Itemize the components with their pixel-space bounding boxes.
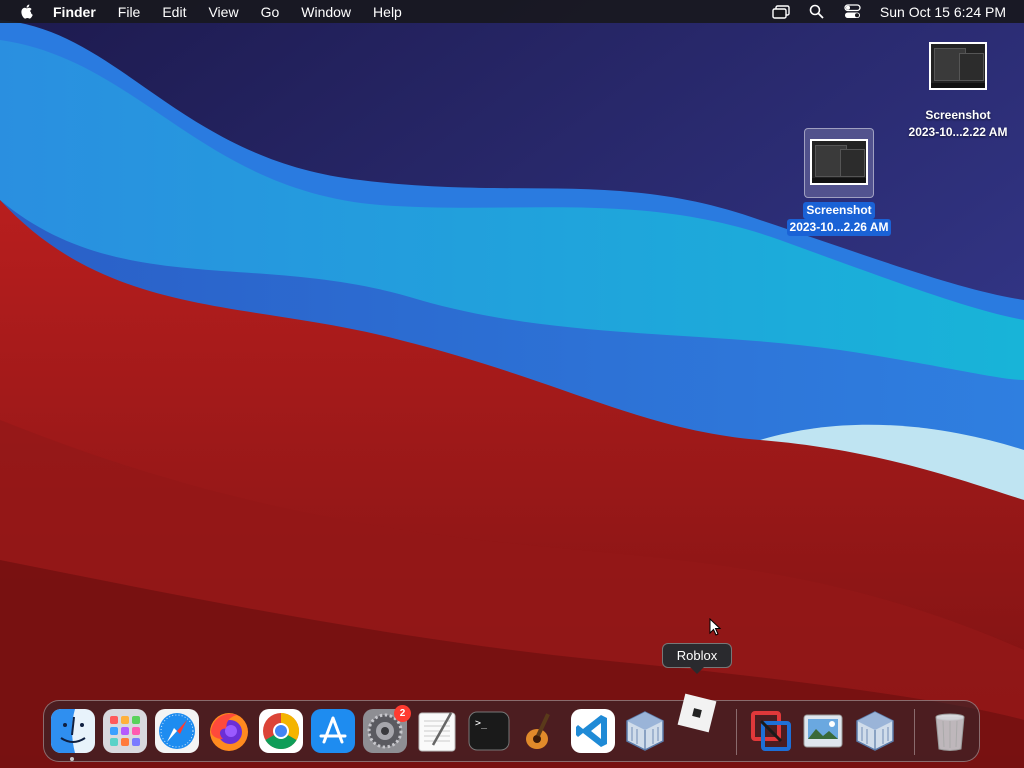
menu-view[interactable]: View bbox=[208, 4, 238, 20]
running-indicator bbox=[70, 757, 74, 761]
virtualbox-vm-icon bbox=[856, 711, 894, 751]
finder-icon bbox=[51, 709, 95, 753]
apple-logo-icon[interactable] bbox=[19, 3, 35, 19]
vscode-icon bbox=[571, 709, 615, 753]
notification-badge: 2 bbox=[394, 705, 411, 722]
dock-app-safari[interactable] bbox=[155, 709, 199, 753]
menu-clock[interactable]: Sun Oct 15 6:24 PM bbox=[880, 4, 1006, 20]
screenshot-thumbnail bbox=[810, 139, 868, 185]
dock-app-preview[interactable] bbox=[801, 709, 845, 753]
launchpad-icon bbox=[103, 709, 147, 753]
menu-file[interactable]: File bbox=[118, 4, 141, 20]
file-name-line1: Screenshot bbox=[803, 202, 875, 219]
terminal-icon: >_ bbox=[468, 711, 510, 751]
dock: 2 >_ bbox=[43, 693, 980, 762]
dock-app-system-settings[interactable]: 2 bbox=[363, 705, 411, 753]
dock-divider bbox=[736, 709, 737, 755]
tooltip-arrow bbox=[690, 667, 704, 674]
garageband-icon bbox=[526, 713, 550, 749]
safari-icon bbox=[155, 709, 199, 753]
dock-app-vscode[interactable] bbox=[571, 709, 615, 753]
terminal-glyph: >_ bbox=[475, 718, 488, 729]
menu-edit[interactable]: Edit bbox=[162, 4, 186, 20]
desktop-wallpaper bbox=[0, 0, 1024, 768]
file-name-line2: 2023-10...2.22 AM bbox=[908, 125, 1008, 139]
spotlight-search-icon[interactable] bbox=[808, 4, 826, 20]
trash-icon bbox=[935, 713, 965, 751]
menu-bar: Finder File Edit View Go Window Help Sun… bbox=[0, 0, 1024, 23]
dock-app-chrome[interactable] bbox=[259, 709, 303, 753]
control-center-icon[interactable] bbox=[844, 4, 862, 20]
remote-desktop-icon bbox=[751, 711, 791, 751]
menu-app-finder[interactable]: Finder bbox=[53, 4, 96, 20]
status-area: Sun Oct 15 6:24 PM bbox=[772, 0, 1024, 23]
virtualbox-icon bbox=[626, 711, 664, 751]
roblox-icon bbox=[677, 693, 717, 733]
dock-tooltip: Roblox bbox=[662, 643, 732, 668]
menu-window[interactable]: Window bbox=[301, 4, 351, 20]
mouse-cursor-icon bbox=[709, 618, 722, 636]
dock-app-textedit[interactable] bbox=[415, 709, 459, 753]
dock-app-app-store[interactable] bbox=[311, 709, 355, 753]
file-name-line2: 2023-10...2.26 AM bbox=[786, 219, 892, 236]
preview-icon bbox=[803, 714, 843, 748]
dock-app-trash[interactable] bbox=[928, 709, 972, 753]
dock-app-remote-desktop[interactable] bbox=[749, 709, 793, 753]
dock-app-virtualbox[interactable] bbox=[623, 709, 667, 753]
dock-app-roblox[interactable] bbox=[675, 691, 719, 735]
dock-app-garageband[interactable] bbox=[519, 709, 563, 753]
menu-help[interactable]: Help bbox=[373, 4, 402, 20]
dock-app-finder[interactable] bbox=[51, 709, 95, 753]
desktop-file-screenshot-1[interactable]: Screenshot 2023-10...2.22 AM bbox=[898, 40, 1018, 141]
menu-go[interactable]: Go bbox=[261, 4, 280, 20]
dock-app-terminal[interactable]: >_ bbox=[467, 709, 511, 753]
firefox-icon bbox=[210, 713, 248, 751]
dock-app-virtualbox-vm[interactable] bbox=[853, 709, 897, 753]
dock-app-firefox[interactable] bbox=[207, 709, 251, 753]
dock-app-launchpad[interactable] bbox=[103, 709, 147, 753]
textedit-icon bbox=[418, 712, 456, 752]
menu-list: Finder File Edit View Go Window Help bbox=[53, 0, 424, 23]
chrome-icon bbox=[259, 709, 303, 753]
screenshot-thumbnail bbox=[929, 42, 987, 90]
file-name-line1: Screenshot bbox=[925, 108, 991, 122]
desktop-file-screenshot-2[interactable]: Screenshot 2023-10...2.26 AM bbox=[778, 128, 900, 236]
dock-divider bbox=[914, 709, 915, 755]
screen-mirroring-icon[interactable] bbox=[772, 4, 790, 20]
app-store-icon bbox=[311, 709, 355, 753]
